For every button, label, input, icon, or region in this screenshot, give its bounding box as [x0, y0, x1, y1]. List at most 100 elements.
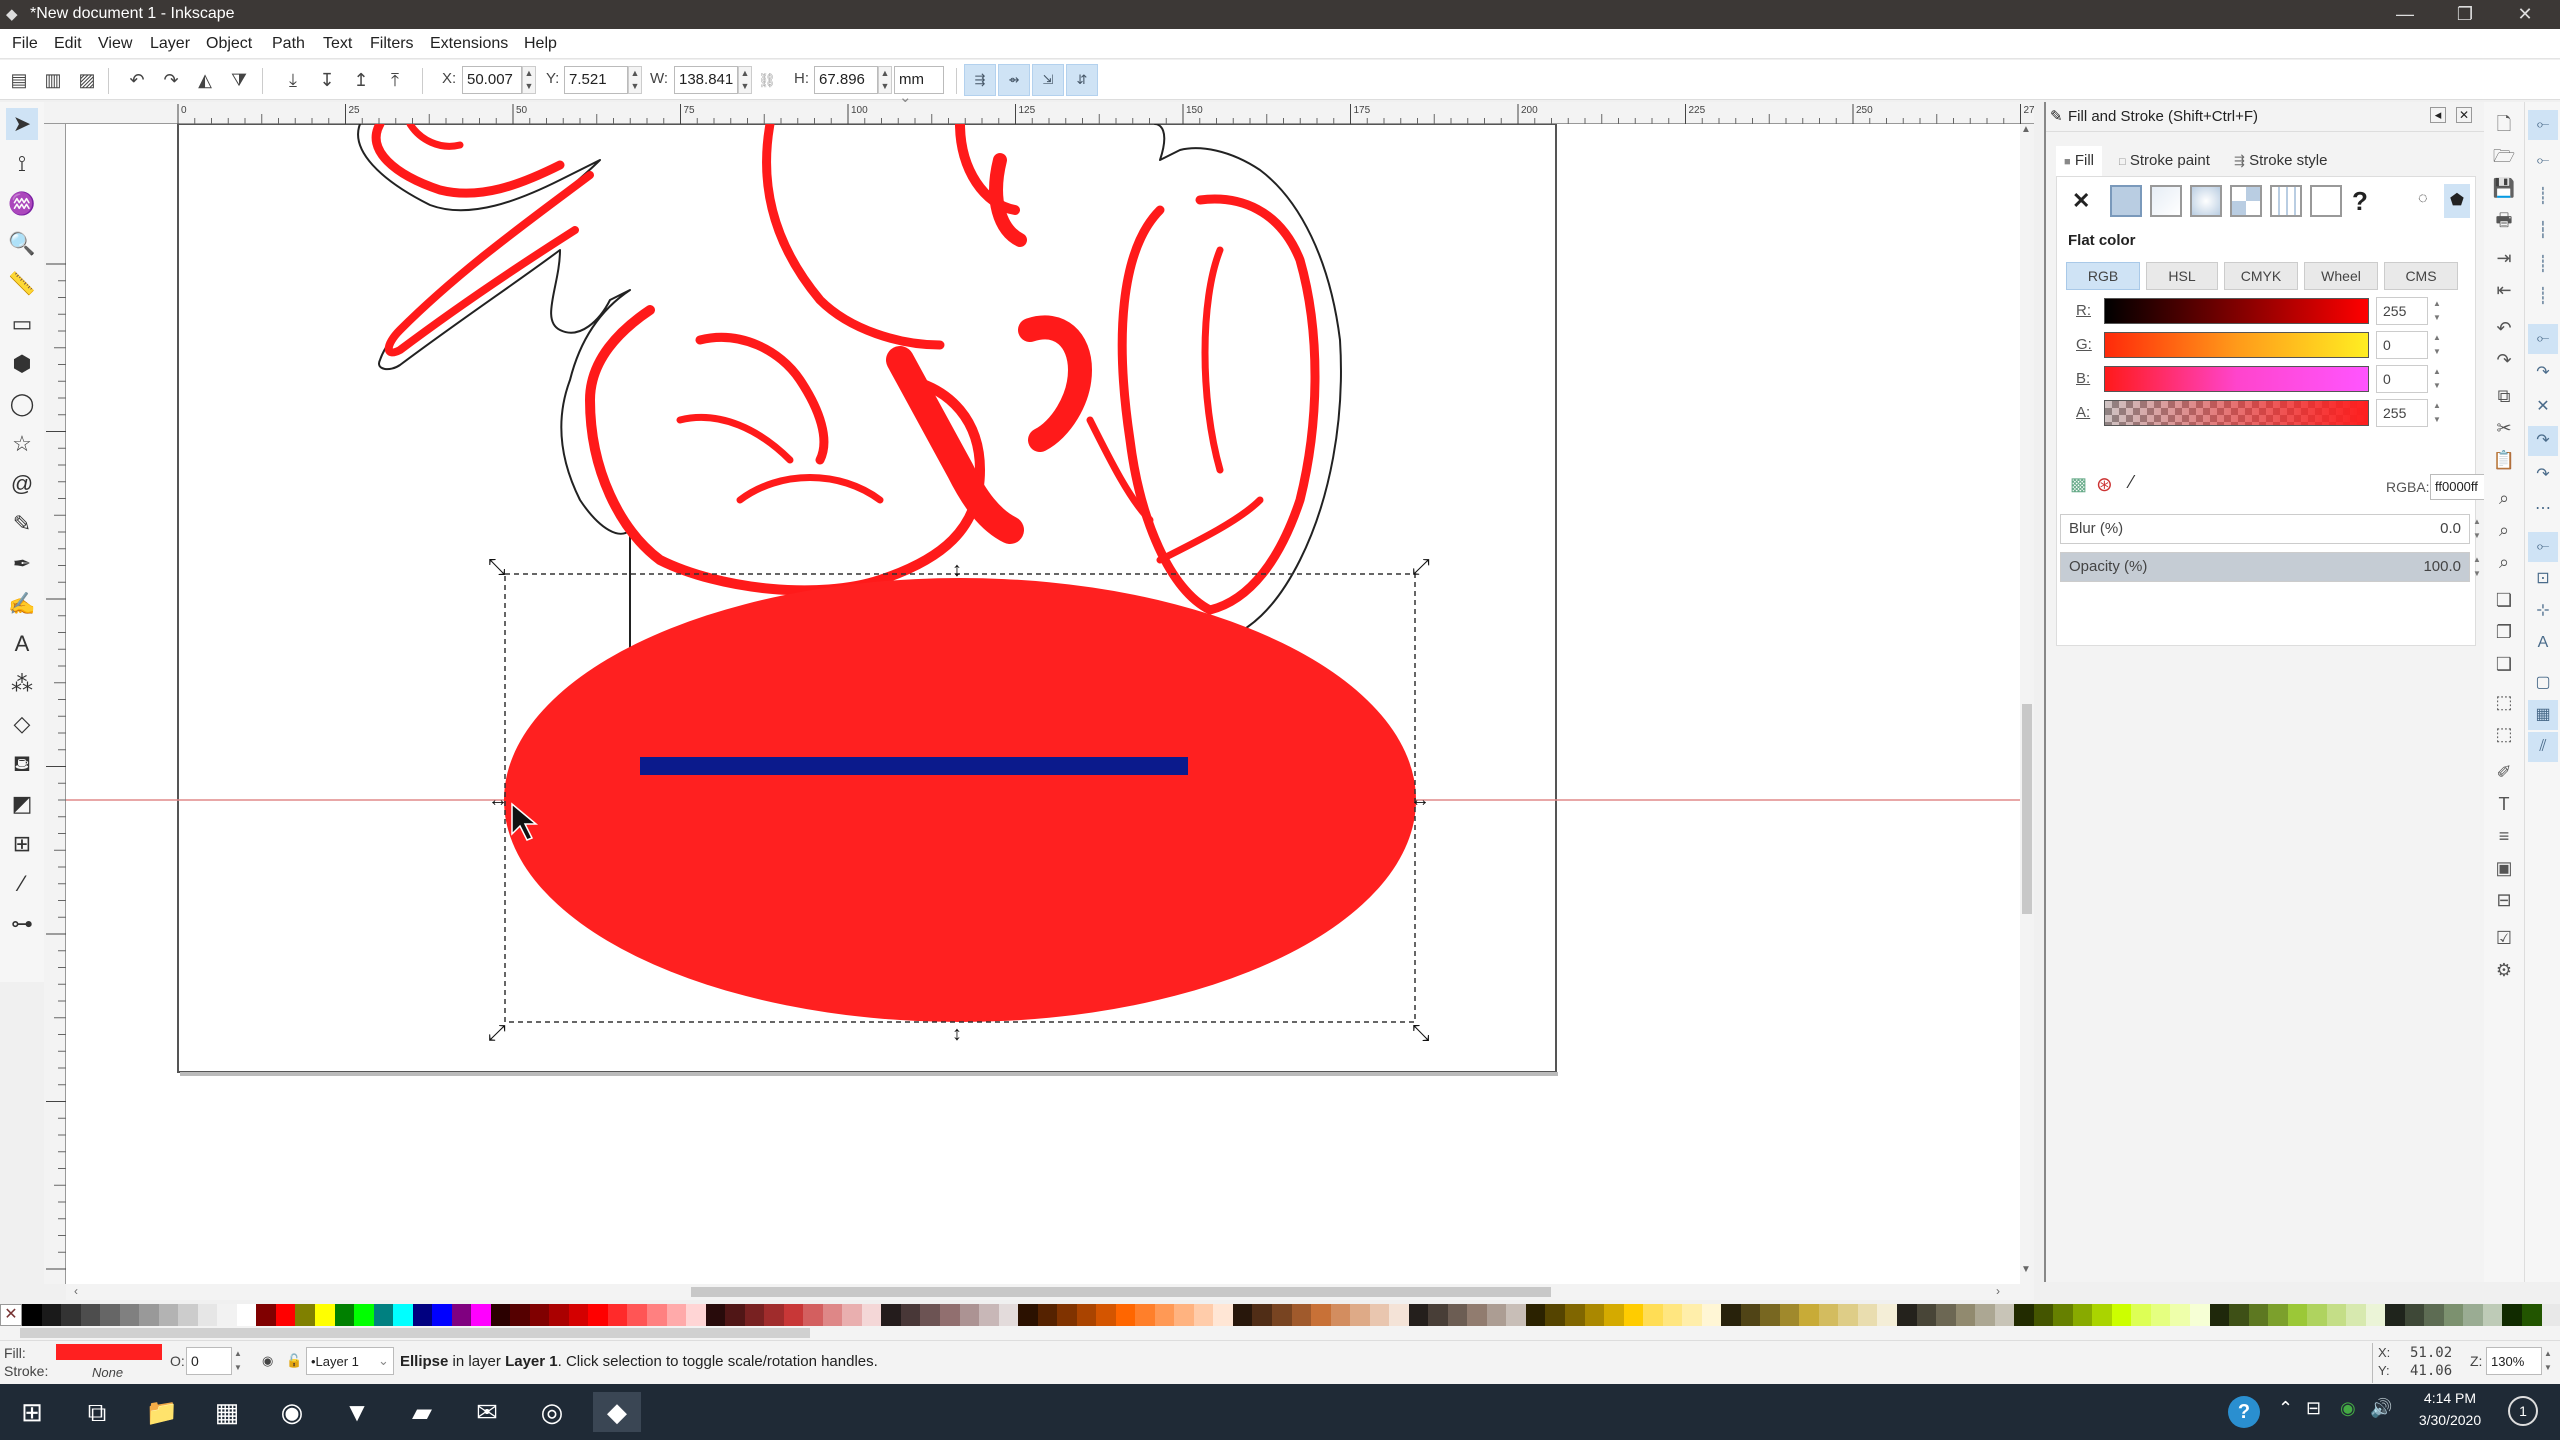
palette-swatch[interactable]	[1252, 1304, 1272, 1326]
handle-top[interactable]: ↕	[952, 559, 962, 581]
mesh-gradient-button[interactable]	[2230, 185, 2262, 217]
fill-rule-evenodd-icon[interactable]: ◌	[2418, 190, 2428, 208]
mode-rgb[interactable]: RGB	[2066, 262, 2140, 290]
panel-iconify-button[interactable]: ◂	[2430, 107, 2446, 123]
zoom-field[interactable]: 130%	[2486, 1347, 2542, 1375]
opacity-status-spinner[interactable]: ▲ ▼	[234, 1347, 246, 1375]
vertical-ruler[interactable]: 125 100 75 50 25 0 -25	[35, 124, 66, 1421]
clock-time[interactable]: 4:14 PM	[2410, 1390, 2490, 1406]
palette-swatch[interactable]	[1018, 1304, 1038, 1326]
chrome-tray-icon[interactable]: ◉	[2340, 1398, 2356, 1419]
palette-swatch[interactable]	[1760, 1304, 1780, 1326]
chrome-app[interactable]: ◉	[268, 1392, 316, 1432]
spiral-tool[interactable]: @	[6, 468, 38, 500]
document-properties-icon[interactable]: ☑	[2490, 924, 2518, 952]
palette-swatch[interactable]	[236, 1304, 257, 1326]
palette-swatch[interactable]	[1975, 1304, 1995, 1326]
node-tool[interactable]: ⟟	[6, 148, 38, 180]
r-spinner[interactable]: ▲ ▼	[2430, 297, 2444, 325]
palette-swatch[interactable]	[2053, 1304, 2073, 1326]
blur-spinner[interactable]: ▲ ▼	[2470, 515, 2484, 543]
palette-swatch[interactable]	[2404, 1304, 2425, 1326]
palette-swatch[interactable]	[2463, 1304, 2483, 1326]
tab-stroke-paint[interactable]: □ Stroke paint	[2111, 146, 2218, 176]
b-spinner[interactable]: ▲ ▼	[2430, 365, 2444, 393]
palette-swatch[interactable]	[1330, 1304, 1351, 1326]
measure-tool[interactable]: 📏	[6, 268, 38, 300]
snap-centers-icon[interactable]: ⊡	[2528, 564, 2558, 594]
palette-swatch[interactable]	[2443, 1304, 2464, 1326]
palette-swatch[interactable]	[783, 1304, 804, 1326]
palette-swatch[interactable]	[1584, 1304, 1605, 1326]
palette-swatch[interactable]	[1799, 1304, 1819, 1326]
flip-horizontal-icon[interactable]: ◭	[192, 67, 218, 93]
palette-swatch[interactable]	[1369, 1304, 1390, 1326]
r-value[interactable]: 255	[2376, 297, 2428, 325]
palette-swatch[interactable]	[1232, 1304, 1253, 1326]
radial-gradient-button[interactable]	[2190, 185, 2222, 217]
3d-box-tool[interactable]: ⬢	[6, 348, 38, 380]
handle-bottom-left[interactable]: ⤢	[488, 1020, 506, 1045]
palette-swatch[interactable]	[588, 1304, 608, 1326]
zoom-spinner[interactable]: ▲ ▼	[2544, 1347, 2556, 1375]
y-spinner[interactable]: ▲ ▼	[628, 66, 642, 94]
start-button[interactable]: ⊞	[8, 1392, 56, 1432]
palette-swatch[interactable]	[2307, 1304, 2327, 1326]
palette-swatch[interactable]	[178, 1304, 198, 1326]
palette-swatch[interactable]	[2482, 1304, 2503, 1326]
palette-swatch[interactable]	[2131, 1304, 2151, 1326]
linear-gradient-button[interactable]	[2150, 185, 2182, 217]
palette-swatch[interactable]	[1525, 1304, 1546, 1326]
selected-ellipse[interactable]	[504, 578, 1416, 1022]
palette-swatch[interactable]	[607, 1304, 628, 1326]
open-icon[interactable]: 🗁	[2490, 142, 2518, 170]
palette-swatch[interactable]	[705, 1304, 726, 1326]
palette-swatch[interactable]	[2170, 1304, 2190, 1326]
menu-view[interactable]: View	[98, 35, 132, 53]
palette-swatch[interactable]	[861, 1304, 882, 1326]
volume-icon[interactable]: 🔊	[2370, 1398, 2392, 1419]
w-field[interactable]: 138.841	[674, 66, 738, 94]
w-spinner[interactable]: ▲ ▼	[738, 66, 752, 94]
notifications-button[interactable]: 1	[2508, 1396, 2538, 1426]
palette-swatch[interactable]	[2326, 1304, 2347, 1326]
eraser-tool[interactable]: ◇	[6, 708, 38, 740]
x-spinner[interactable]: ▲ ▼	[522, 66, 536, 94]
palette-swatch[interactable]	[451, 1304, 472, 1326]
scale-stroke-toggle[interactable]: ⇶	[964, 64, 996, 96]
palette-swatch[interactable]	[1408, 1304, 1429, 1326]
palette-swatch[interactable]	[80, 1304, 101, 1326]
stroke-value[interactable]: None	[92, 1365, 123, 1380]
tab-stroke-style[interactable]: ⇶ Stroke style	[2226, 146, 2335, 176]
palette-swatch[interactable]	[2248, 1304, 2269, 1326]
paste-icon[interactable]: 📋	[2490, 446, 2518, 474]
palette-swatch[interactable]	[647, 1304, 667, 1326]
vpn-app[interactable]: ▼	[333, 1392, 381, 1432]
snap-others-icon[interactable]: ⟜	[2528, 532, 2558, 562]
palette-swatch[interactable]	[842, 1304, 862, 1326]
zoom-page-icon[interactable]: ⌕	[2490, 548, 2518, 576]
star-tool[interactable]: ☆	[6, 428, 38, 460]
palette-swatch[interactable]	[959, 1304, 980, 1326]
no-color-swatch[interactable]: ✕	[0, 1304, 22, 1326]
palette-swatch[interactable]	[2150, 1304, 2171, 1326]
palette-swatch[interactable]	[1740, 1304, 1761, 1326]
palette-swatch[interactable]	[1779, 1304, 1800, 1326]
snap-bbox-centers-icon[interactable]: ┊	[2528, 282, 2558, 312]
palette-swatch[interactable]	[686, 1304, 706, 1326]
snap-paths-icon[interactable]: ↷	[2528, 358, 2558, 388]
palette-swatch[interactable]	[1037, 1304, 1058, 1326]
handle-top-left[interactable]: ⤡	[488, 554, 506, 579]
palette-swatch[interactable]	[1428, 1304, 1448, 1326]
palette-swatch[interactable]	[1916, 1304, 1937, 1326]
palette-swatch[interactable]	[197, 1304, 218, 1326]
palette-swatch[interactable]	[490, 1304, 511, 1326]
menu-help[interactable]: Help	[524, 35, 557, 53]
palette-swatch[interactable]	[666, 1304, 687, 1326]
calligraphy-tool[interactable]: ✍	[6, 588, 38, 620]
flat-color-button[interactable]	[2110, 185, 2142, 217]
palette-swatch[interactable]	[2209, 1304, 2230, 1326]
snap-cusp-nodes-icon[interactable]: ↷	[2528, 426, 2558, 456]
palette-swatch[interactable]	[373, 1304, 394, 1326]
handle-right[interactable]: ↔	[1410, 789, 1430, 811]
